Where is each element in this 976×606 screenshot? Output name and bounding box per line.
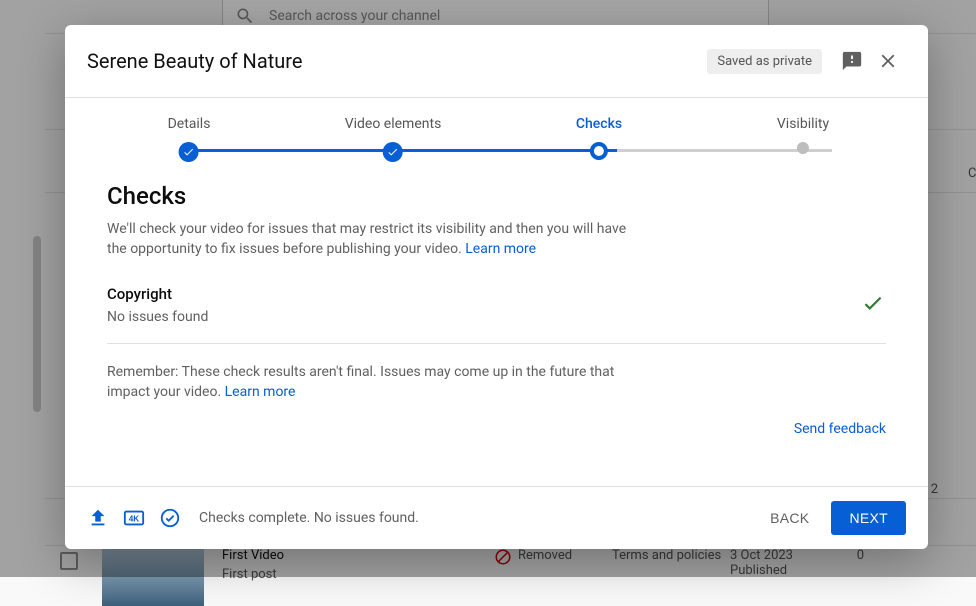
section-divider: [107, 343, 886, 344]
step-dot-complete: [179, 142, 199, 162]
modal-footer: 4K Checks complete. No issues found. BAC…: [65, 486, 928, 549]
feedback-icon: [841, 50, 863, 72]
back-button[interactable]: BACK: [754, 501, 825, 535]
step-dot-complete: [383, 142, 403, 162]
step-dot-current: [590, 142, 608, 160]
stepper: Details Video elements Checks Visibility: [97, 116, 896, 164]
learn-more-link[interactable]: Learn more: [225, 384, 296, 400]
checks-complete-icon: [159, 507, 181, 529]
modal-header: Serene Beauty of Nature Saved as private: [65, 25, 928, 97]
copyright-status: No issues found: [107, 309, 860, 325]
step-visibility[interactable]: Visibility: [777, 116, 829, 154]
close-button[interactable]: [870, 43, 906, 79]
svg-text:4K: 4K: [129, 515, 140, 524]
step-details[interactable]: Details: [168, 116, 211, 162]
check-icon: [387, 146, 399, 158]
step-video-elements[interactable]: Video elements: [345, 116, 442, 162]
remember-text: Remember: These check results aren't fin…: [107, 364, 614, 400]
check-icon: [860, 290, 886, 316]
close-icon: [877, 50, 899, 72]
modal-header-divider: [65, 97, 928, 98]
save-status-chip: Saved as private: [707, 49, 822, 74]
copyright-row: Copyright No issues found: [107, 285, 886, 343]
copyright-pass-icon: [860, 290, 886, 320]
desc-text: We'll check your video for issues that m…: [107, 221, 626, 257]
step-checks[interactable]: Checks: [576, 116, 622, 160]
check-icon: [183, 146, 195, 158]
step-dot-pending: [797, 142, 809, 154]
remember-note: Remember: These check results aren't fin…: [107, 362, 627, 403]
footer-status-text: Checks complete. No issues found.: [199, 510, 754, 526]
upload-icon: [87, 507, 109, 529]
modal-body: Checks We'll check your video for issues…: [65, 164, 928, 486]
copyright-title: Copyright: [107, 285, 860, 303]
checks-description: We'll check your video for issues that m…: [107, 220, 647, 259]
upload-modal: Serene Beauty of Nature Saved as private…: [65, 25, 928, 549]
checks-heading: Checks: [107, 182, 886, 210]
learn-more-link[interactable]: Learn more: [465, 241, 536, 257]
step-label: Details: [168, 116, 211, 132]
step-label: Checks: [576, 116, 622, 132]
modal-title: Serene Beauty of Nature: [87, 49, 707, 73]
next-button[interactable]: NEXT: [831, 501, 906, 535]
feedback-button[interactable]: [834, 43, 870, 79]
step-label: Visibility: [777, 116, 829, 132]
step-label: Video elements: [345, 116, 442, 132]
feedback-row: Send feedback: [107, 421, 886, 437]
4k-icon: 4K: [123, 507, 145, 529]
footer-status-icons: 4K: [87, 507, 181, 529]
send-feedback-link[interactable]: Send feedback: [794, 421, 886, 437]
